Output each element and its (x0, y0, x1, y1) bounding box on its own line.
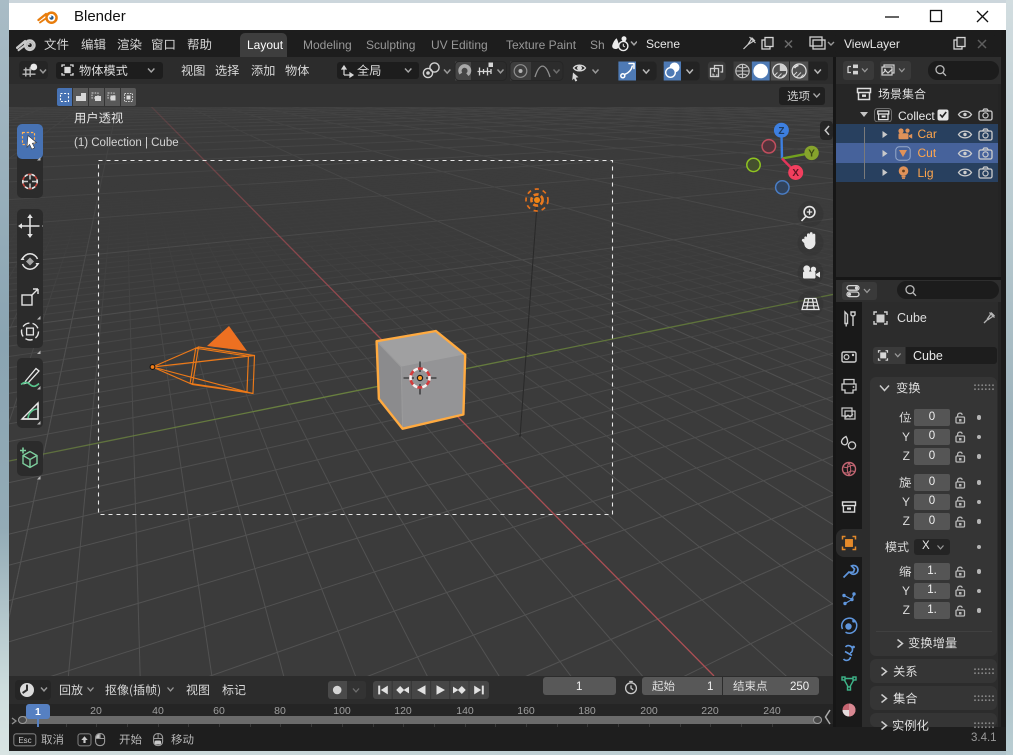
svg-text:Esc: Esc (18, 736, 31, 745)
svg-text:Z: Z (778, 126, 784, 137)
svg-text:X: X (792, 168, 799, 179)
svg-text:Y: Y (808, 149, 815, 160)
